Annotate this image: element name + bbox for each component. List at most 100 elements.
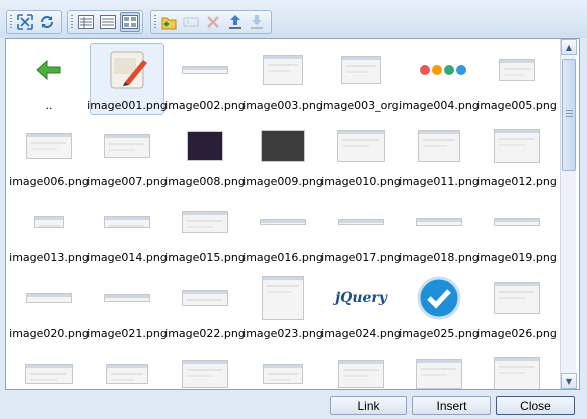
scroll-down-arrow-icon[interactable]: ▼ [561, 373, 577, 389]
file-item-label: image007.png [87, 175, 167, 188]
file-item[interactable]: image020.png [9, 269, 89, 345]
image-thumbnail [182, 66, 228, 74]
file-item[interactable]: image009.png [243, 117, 323, 193]
file-item[interactable]: image006.png [9, 117, 89, 193]
image-thumbnail [494, 218, 540, 226]
file-item[interactable]: image005.png [477, 41, 557, 117]
file-item[interactable]: image015.png [165, 193, 245, 269]
file-item-label: image005.png [477, 99, 557, 112]
download-icon[interactable] [247, 12, 267, 32]
file-item[interactable] [10, 345, 88, 389]
file-item[interactable]: image019.png [477, 193, 557, 269]
toolbar-group-file-actions [150, 10, 272, 34]
file-item-label: image010.png [321, 175, 401, 188]
image-thumbnail [338, 219, 384, 225]
file-item[interactable]: .. [10, 41, 88, 117]
image-file-icon [110, 51, 147, 89]
image-thumbnail [419, 64, 466, 76]
image-thumbnail [494, 357, 540, 389]
view-thumbnails-icon[interactable] [120, 12, 140, 32]
link-button[interactable]: Link [330, 396, 407, 415]
file-item[interactable]: jQuery image024.png [321, 269, 401, 345]
file-item-label: image021.png [87, 327, 167, 340]
image-thumbnail [418, 130, 460, 162]
file-item[interactable]: image001.png [87, 41, 167, 117]
image-thumbnail [263, 55, 303, 85]
scroll-up-arrow-icon[interactable]: ▲ [561, 39, 577, 55]
delete-icon[interactable] [203, 12, 223, 32]
view-list-icon[interactable] [98, 12, 118, 32]
file-item[interactable]: image026.png [477, 269, 557, 345]
file-item[interactable]: image018.png [399, 193, 479, 269]
file-item[interactable]: image025.png [399, 269, 479, 345]
file-item-label: image003.png [243, 99, 323, 112]
toolbar-group-view [6, 10, 62, 34]
file-item-label: image002.png [165, 99, 245, 112]
close-button[interactable]: Close [496, 396, 575, 415]
file-item[interactable]: image023.png [243, 269, 323, 345]
file-item-label: image013.png [9, 251, 89, 264]
file-item[interactable]: image011.png [399, 117, 479, 193]
file-item-label: image003_org. [319, 99, 403, 112]
image-thumbnail [262, 276, 304, 320]
file-item-label: image008.png [165, 175, 245, 188]
file-item-label: image006.png [9, 175, 89, 188]
image-thumbnail [416, 359, 462, 389]
file-item[interactable] [166, 345, 244, 389]
file-item-label: image026.png [477, 327, 557, 340]
image-thumbnail [34, 216, 64, 228]
file-item[interactable]: image013.png [9, 193, 89, 269]
file-item[interactable]: image016.png [243, 193, 323, 269]
upload-icon[interactable] [225, 12, 245, 32]
image-thumbnail [182, 211, 228, 233]
image-thumbnail [416, 218, 462, 226]
file-item-label: image025.png [399, 327, 479, 340]
file-item-label: image004.png [399, 99, 479, 112]
image-thumbnail [499, 59, 535, 81]
file-item[interactable]: image003_org. [319, 41, 403, 117]
image-thumbnail [341, 56, 381, 84]
file-item[interactable]: image007.png [87, 117, 167, 193]
jquery-logo: jQuery [335, 290, 387, 306]
file-item[interactable]: image002.png [165, 41, 245, 117]
file-item[interactable]: image010.png [321, 117, 401, 193]
refresh-icon[interactable] [37, 12, 57, 32]
image-thumbnail [106, 364, 148, 384]
file-item-label: image009.png [243, 175, 323, 188]
checkmark-icon [417, 276, 461, 320]
file-item[interactable] [400, 345, 478, 389]
file-item-label: image011.png [399, 175, 479, 188]
fullscreen-icon[interactable] [15, 12, 35, 32]
insert-button[interactable]: Insert [412, 396, 491, 415]
file-item-label: image024.png [321, 327, 401, 340]
file-item[interactable] [322, 345, 400, 389]
image-thumbnail [338, 360, 384, 388]
rename-icon[interactable] [181, 12, 201, 32]
file-item[interactable] [244, 345, 322, 389]
file-item[interactable]: image004.png [399, 41, 479, 117]
view-details-icon[interactable] [76, 12, 96, 32]
file-item[interactable]: image017.png [321, 193, 401, 269]
toolbar [0, 0, 587, 38]
file-item[interactable]: image003.png [243, 41, 323, 117]
file-item[interactable]: image021.png [87, 269, 167, 345]
image-thumbnail [182, 360, 228, 388]
image-thumbnail [261, 130, 305, 162]
file-item[interactable]: image012.png [477, 117, 557, 193]
file-item-label: image023.png [243, 327, 323, 340]
file-item[interactable] [478, 345, 556, 389]
file-item-label: image018.png [399, 251, 479, 264]
scrollbar-thumb[interactable] [562, 59, 576, 171]
file-item[interactable]: image014.png [87, 193, 167, 269]
file-browser-viewport: .. image001.png image002.png image003.png im… [5, 38, 580, 390]
file-item-label: image019.png [477, 251, 557, 264]
image-thumbnail [494, 129, 540, 163]
vertical-scrollbar[interactable]: ▲ ▼ [560, 39, 577, 389]
new-folder-icon[interactable] [159, 12, 179, 32]
file-item[interactable]: image008.png [165, 117, 245, 193]
file-item[interactable] [88, 345, 166, 389]
file-item[interactable]: image022.png [165, 269, 245, 345]
file-item-label: image001.png [87, 99, 167, 112]
image-thumbnail [104, 134, 150, 158]
image-thumbnail [104, 216, 150, 228]
